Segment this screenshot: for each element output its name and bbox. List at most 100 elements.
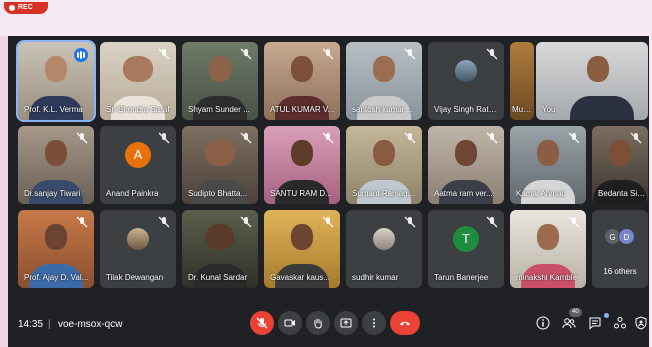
mic-off-icon [240, 216, 252, 228]
participant-name: Tarun Banerjee [434, 273, 489, 282]
leave-call-button[interactable] [390, 311, 420, 335]
meeting-time: 14:35 [18, 319, 44, 330]
participant-tile-others[interactable]: G D 16 others [592, 210, 648, 288]
mic-off-icon [256, 317, 268, 329]
participant-tile-2-1[interactable]: Dr.sanjay Tiwari [18, 126, 94, 204]
raise-hand-button[interactable] [306, 311, 330, 335]
participant-tile-2-3[interactable]: Sudipto Bhatta... [182, 126, 258, 204]
participant-tile-2-8[interactable]: Bedanta Sinha [592, 126, 648, 204]
more-options-icon [373, 318, 375, 328]
participant-name: Dr.sanjay Tiwari [24, 189, 81, 198]
participant-avatar [455, 60, 477, 82]
participant-name: Anand Painkra [106, 189, 159, 198]
meeting-details-button[interactable] [536, 316, 550, 330]
participant-avatar [373, 228, 395, 250]
participant-name: Prof. K.L. Verma [24, 105, 83, 114]
participant-name: SANTU RAM D... [270, 189, 332, 198]
recording-label: REC [18, 4, 33, 11]
mic-off-icon [76, 216, 88, 228]
mic-off-icon [240, 48, 252, 60]
mic-off-icon [322, 132, 334, 144]
activities-button[interactable] [613, 316, 627, 330]
participant-name: minakshi Kamble [516, 273, 577, 282]
hangup-icon [400, 321, 410, 326]
participant-name: Sudipto Bhatta... [188, 189, 248, 198]
participant-avatar: T [453, 226, 479, 252]
mic-off-icon [322, 48, 334, 60]
participant-tile-1-4[interactable]: ATUL KUMAR V... [264, 42, 340, 120]
participant-name: Kamal Ahmad [516, 189, 566, 198]
participant-name: Tilak Dewangan [106, 273, 164, 282]
participant-name: sudhir kumar [352, 273, 399, 282]
screen-top-bar: REC [0, 0, 652, 36]
people-icon [562, 318, 576, 329]
meeting-controls-bar: 14:35 | voe-msox-qcw 40 [8, 307, 649, 347]
participant-name: Vijay Singh Rath... [434, 105, 500, 114]
chat-icon [589, 317, 601, 330]
mic-off-icon [568, 216, 580, 228]
mic-off-icon [404, 216, 416, 228]
participant-tile-1-3[interactable]: Shyam Sunder ... [182, 42, 258, 120]
participant-tile-1-6[interactable]: Vijay Singh Rath... [428, 42, 504, 120]
participant-name: Murali [512, 105, 534, 114]
participant-tile-3-3[interactable]: Dr. Kunal Sardar [182, 210, 258, 288]
present-icon [340, 318, 352, 328]
mic-off-icon [404, 48, 416, 60]
participant-name: Aatma ram ver... [434, 189, 493, 198]
people-button[interactable] [562, 316, 576, 330]
participant-tile-3-1[interactable]: Prof. Ajay D. Val... [18, 210, 94, 288]
participant-tile-3-4[interactable]: Gavaskar kaus... [264, 210, 340, 288]
participant-name: Dr. Kunal Sardar [188, 273, 248, 282]
mic-off-icon [158, 48, 170, 60]
participant-name: You [542, 105, 556, 114]
recording-dot-icon [9, 5, 15, 11]
participant-avatar [127, 228, 149, 250]
others-avatars: G D [604, 228, 636, 246]
participant-tile-3-7[interactable]: minakshi Kamble [510, 210, 586, 288]
participant-tile-1-2[interactable]: Sri Bhendra Saraf [100, 42, 176, 120]
participant-name: Gavaskar kaus... [270, 273, 331, 282]
participant-tile-1-5[interactable]: santosh kumar ... [346, 42, 422, 120]
meeting-separator: | [48, 319, 51, 330]
participant-tile-1-7[interactable]: Murali [510, 42, 534, 120]
activities-icon [614, 317, 626, 329]
chat-button[interactable] [588, 316, 602, 330]
more-options-button[interactable] [362, 311, 386, 335]
raise-hand-icon [314, 318, 322, 329]
participant-tile-3-5[interactable]: sudhir kumar [346, 210, 422, 288]
mic-off-icon [486, 48, 498, 60]
participant-tile-1-1[interactable]: Prof. K.L. Verma [16, 40, 96, 122]
participant-tile-2-6[interactable]: Aatma ram ver... [428, 126, 504, 204]
camera-toggle-button[interactable] [278, 311, 302, 335]
participant-tile-2-5[interactable]: Sumant Ramag... [346, 126, 422, 204]
participant-name: santosh kumar ... [352, 105, 414, 114]
participant-name: Prof. Ajay D. Val... [24, 273, 89, 282]
participant-tile-2-7[interactable]: Kamal Ahmad [510, 126, 586, 204]
mic-off-icon [158, 216, 170, 228]
participant-name: ATUL KUMAR V... [270, 105, 335, 114]
participant-tile-3-2[interactable]: Tilak Dewangan [100, 210, 176, 288]
participant-tile-self[interactable]: You [536, 42, 648, 120]
participant-tile-2-2[interactable]: A Anand Painkra [100, 126, 176, 204]
mic-off-icon [486, 216, 498, 228]
speaking-indicator-icon [74, 48, 88, 62]
host-controls-button[interactable] [634, 316, 647, 330]
participant-count-badge: 40 [569, 308, 582, 317]
participant-name: Sumant Ramag... [352, 189, 415, 198]
participant-name: Shyam Sunder ... [188, 105, 250, 114]
host-controls-icon [635, 316, 647, 330]
mic-off-icon [568, 132, 580, 144]
participant-tile-2-4[interactable]: SANTU RAM D... [264, 126, 340, 204]
others-count-label: 16 others [603, 267, 637, 276]
participant-avatar: A [125, 142, 151, 168]
mic-off-icon [240, 132, 252, 144]
recording-indicator: REC [4, 2, 48, 14]
present-screen-button[interactable] [334, 311, 358, 335]
chat-unread-dot [604, 313, 609, 318]
mic-off-icon [404, 132, 416, 144]
participant-tile-3-6[interactable]: T Tarun Banerjee [428, 210, 504, 288]
participant-name: Bedanta Sinha [598, 189, 647, 198]
participant-name: Sri Bhendra Saraf [106, 105, 170, 114]
mic-toggle-button[interactable] [250, 311, 274, 335]
left-edge [0, 36, 8, 347]
